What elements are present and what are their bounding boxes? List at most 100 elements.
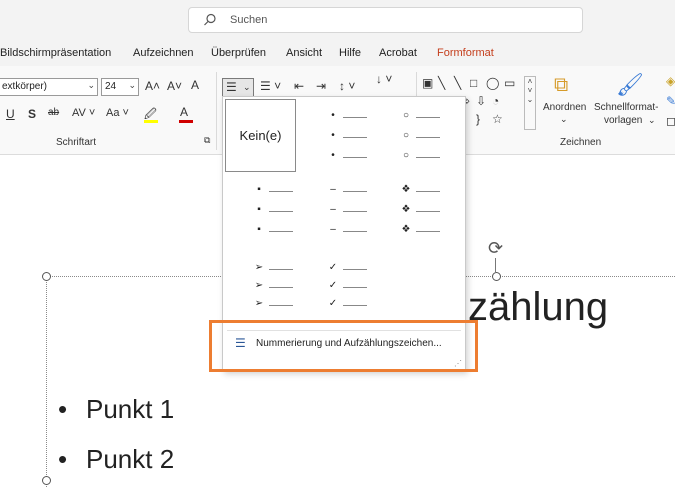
font-size-field[interactable]: 24 ⌄: [101, 78, 139, 96]
bullet-text: Punkt 2: [86, 444, 175, 474]
line-spacing-icon[interactable]: ↕ ˅: [339, 79, 355, 93]
bullet-glyph: ✓: [328, 262, 338, 273]
arrow-down-shape-icon[interactable]: ⇩: [476, 94, 486, 108]
bullet-glyph: ❖: [401, 204, 411, 215]
dialog-launcher-icon[interactable]: ⧉: [204, 135, 210, 146]
bullet-list-icon: ☰: [226, 80, 237, 94]
char-spacing-icon[interactable]: AV ˅: [72, 107, 95, 119]
quick-styles-icon: 🖌: [616, 72, 644, 97]
chevron-down-icon: ⌄: [87, 80, 95, 90]
line-shape-icon[interactable]: ╲: [438, 76, 445, 90]
bullet-glyph: ➢: [254, 298, 264, 309]
bullet-glyph: •: [331, 110, 335, 121]
text-direction-icon[interactable]: ↓ ˅: [376, 72, 392, 86]
tab-review[interactable]: Überprüfen: [211, 47, 266, 59]
bullets-button[interactable]: ☰ ⌄: [222, 78, 254, 97]
bullet-glyph: ➢: [254, 262, 264, 273]
increase-indent-icon[interactable]: ⇥: [316, 79, 326, 93]
bullet-glyph: ○: [402, 150, 410, 161]
bullet-glyph: ✓: [328, 280, 338, 291]
grow-font-icon[interactable]: A˄: [145, 79, 160, 93]
font-color-icon[interactable]: A: [180, 105, 188, 119]
group-label-font: Schriftart: [56, 137, 97, 148]
bullet-glyph: ❖: [401, 184, 411, 195]
bullet-glyph: –: [330, 184, 336, 195]
shape-icon[interactable]: ◔: [492, 94, 499, 108]
arrange-label: Anordnen: [543, 102, 587, 113]
search-icon: [204, 13, 216, 26]
gallery-scroll[interactable]: ˄ ˅ ⌄: [524, 76, 536, 130]
shape-effects-icon[interactable]: ◻: [666, 114, 675, 128]
clear-format-icon[interactable]: A: [191, 78, 199, 92]
bullet-glyph: ○: [402, 130, 410, 141]
line-shape-icon[interactable]: ╲: [454, 76, 461, 90]
rectangle-shape-icon[interactable]: □: [470, 76, 477, 90]
arrange-icon: ⧉: [554, 74, 569, 96]
bullet-style-dash[interactable]: – – –: [327, 184, 387, 255]
font-name-value: extkörper): [2, 81, 48, 92]
bullet-dot: •: [58, 444, 68, 474]
chevron-down-icon: ⌄: [648, 115, 656, 125]
brace-shape-icon[interactable]: }: [476, 112, 480, 126]
text-box-icon[interactable]: ▣: [422, 76, 433, 90]
oval-shape-icon[interactable]: ◯: [486, 76, 499, 90]
quick-styles-label-2: vorlagen: [604, 115, 643, 126]
tab-view[interactable]: Ansicht: [286, 47, 322, 59]
arrange-button[interactable]: ⧉ Anordnen ⌄: [543, 74, 590, 132]
bullet-item-1[interactable]: • Punkt 1: [58, 394, 174, 425]
resize-handle[interactable]: [492, 272, 501, 281]
bullet-style-none[interactable]: Kein(e): [225, 99, 296, 172]
bullet-style-hollow-round[interactable]: ○ ○ ○: [400, 110, 460, 181]
bullet-glyph: ❖: [401, 224, 411, 235]
tab-slideshow[interactable]: Bildschirmpräsentation: [0, 47, 111, 59]
title-bar: Suchen: [0, 0, 675, 44]
shadow-icon[interactable]: S: [28, 107, 36, 121]
bullet-glyph: ▪: [257, 204, 261, 215]
bullet-glyph: ○: [402, 110, 410, 121]
bullet-glyph: ✓: [328, 298, 338, 309]
numbering-icon[interactable]: ☰ ˅: [260, 79, 281, 93]
group-label-drawing: Zeichnen: [560, 137, 602, 148]
shrink-font-icon[interactable]: A˅: [167, 79, 182, 93]
bullet-glyph: –: [330, 204, 336, 215]
resize-handle[interactable]: [42, 476, 51, 485]
font-size-value: 24: [105, 81, 117, 92]
chevron-down-icon: ⌄: [560, 114, 568, 124]
shape-outline-icon[interactable]: ✎: [666, 94, 675, 108]
shape-fill-icon[interactable]: ◈: [666, 74, 675, 88]
bullet-item-2[interactable]: • Punkt 2: [58, 444, 174, 475]
none-label: Kein(e): [239, 128, 282, 143]
tab-shape-format[interactable]: Formformat: [437, 47, 494, 59]
slide-title[interactable]: zählung: [468, 285, 608, 330]
tab-record[interactable]: Aufzeichnen: [133, 47, 194, 59]
bullet-glyph: ➢: [254, 280, 264, 291]
bullet-dot: •: [58, 394, 68, 424]
bullet-text: Punkt 1: [86, 394, 175, 424]
strikethrough-icon[interactable]: ab: [48, 107, 59, 118]
bullet-style-diamond[interactable]: ❖ ❖ ❖: [400, 184, 460, 255]
group-divider: [216, 72, 217, 150]
search-box[interactable]: Suchen: [188, 7, 583, 33]
underline-icon[interactable]: U: [6, 107, 15, 121]
resize-handle[interactable]: [42, 272, 51, 281]
change-case-icon[interactable]: Aa ˅: [106, 107, 129, 119]
decrease-indent-icon[interactable]: ⇤: [294, 79, 304, 93]
ribbon-tabs: Bildschirmpräsentation Aufzeichnen Überp…: [0, 44, 675, 66]
font-name-field[interactable]: extkörper) ⌄: [0, 78, 98, 96]
quick-styles-button[interactable]: 🖌 Schnellformat- vorlagen ⌄: [592, 72, 666, 132]
bullet-glyph: ▪: [257, 224, 261, 235]
quick-styles-label-1: Schnellformat-: [594, 102, 659, 113]
rotate-handle-icon[interactable]: ⟳: [488, 238, 503, 259]
bullet-style-filled-square[interactable]: ▪ ▪ ▪: [253, 184, 313, 255]
star-shape-icon[interactable]: ☆: [492, 112, 503, 126]
bullet-style-filled-round[interactable]: • • •: [327, 110, 387, 181]
tab-help[interactable]: Hilfe: [339, 47, 361, 59]
highlight-frame: [209, 320, 478, 372]
rounded-rect-icon[interactable]: ▭: [504, 76, 515, 90]
bullet-glyph: ▪: [257, 184, 261, 195]
highlight-color-bar: [144, 120, 158, 123]
tab-acrobat[interactable]: Acrobat: [379, 47, 417, 59]
chevron-down-icon: ⌄: [128, 80, 136, 90]
bullet-glyph: –: [330, 224, 336, 235]
bullet-glyph: •: [331, 150, 335, 161]
